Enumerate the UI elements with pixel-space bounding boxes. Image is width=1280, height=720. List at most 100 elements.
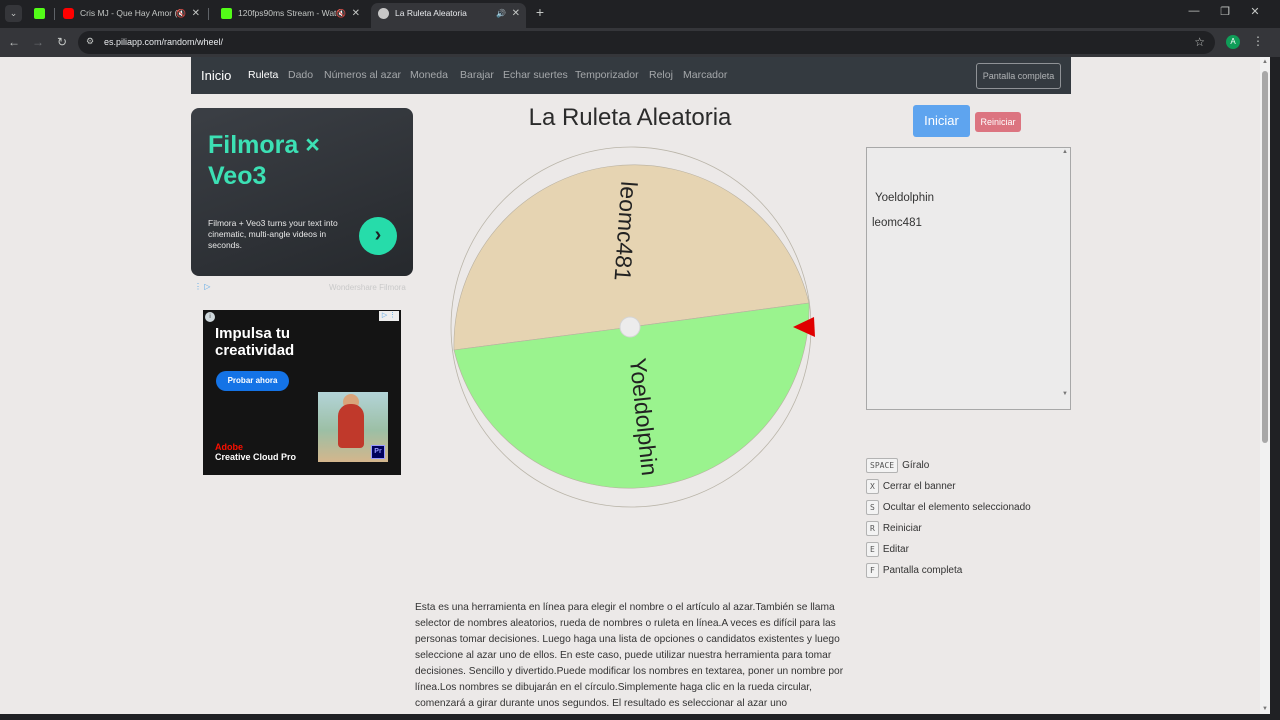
person-figure — [338, 404, 364, 448]
shortcut-edit: E Editar — [866, 542, 909, 558]
tab-title: La Ruleta Aleatoria — [395, 8, 467, 18]
forward-arrow-icon[interactable]: → — [30, 34, 46, 50]
ad-cta-button[interactable]: Probar ahora — [216, 371, 289, 391]
name-line: Yoeldolphin — [875, 192, 935, 204]
ad-photo: Pr — [318, 392, 388, 462]
ad-body: Filmora + Veo3 turns your text into cine… — [208, 218, 338, 250]
tab-separator — [54, 8, 55, 20]
close-tab-icon[interactable]: ✕ — [352, 3, 360, 24]
tab-search-button[interactable]: ⌄ — [5, 5, 22, 22]
shortcut-reset: R Reiniciar — [866, 521, 922, 537]
tab-kick-stream[interactable]: 120fps90ms Stream - Watc 🔇 ✕ — [214, 3, 366, 24]
nav-link-echar-suertes[interactable]: Echar suertes — [503, 57, 568, 94]
close-window-icon[interactable]: ✕ — [1245, 5, 1265, 18]
key-e: E — [866, 542, 879, 557]
muted-speaker-icon[interactable]: 🔇 — [336, 3, 346, 24]
ad-sponsor: Wondershare Filmora — [329, 283, 406, 292]
shortcut-label: Ocultar el elemento seleccionado — [882, 502, 1031, 513]
scroll-up-icon[interactable]: ▲ — [1060, 149, 1070, 155]
kick-favicon-icon — [34, 8, 45, 19]
nav-link-ruleta[interactable]: Ruleta — [248, 57, 278, 94]
close-tab-icon[interactable]: ✕ — [512, 3, 520, 24]
ad-title: Impulsa tu creatividad — [215, 325, 295, 359]
key-r: R — [866, 521, 879, 536]
names-textarea[interactable]: Yoeldolphin leomc481 ▲ ▼ — [866, 147, 1071, 410]
name-line: leomc481 — [872, 217, 922, 229]
back-arrow-icon[interactable]: ← — [6, 34, 22, 50]
tab-title: 120fps90ms Stream - Watc — [238, 8, 341, 18]
maximize-window-icon[interactable]: ❐ — [1215, 5, 1235, 18]
ad-product: Creative Cloud Pro — [215, 452, 297, 462]
page-viewport: Inicio Ruleta Dado Números al azar Moned… — [0, 57, 1260, 714]
speaker-icon[interactable]: 🔊 — [496, 3, 506, 24]
url-text[interactable]: es.piliapp.com/random/wheel/ — [104, 31, 223, 54]
shortcut-fullscreen: F Pantalla completa — [866, 563, 962, 579]
shortcut-hide-selected: S Ocultar el elemento seleccionado — [866, 500, 1031, 516]
textarea-scrollbar[interactable]: ▲ ▼ — [1060, 148, 1070, 409]
scrollbar-thumb[interactable] — [1262, 71, 1268, 443]
adobe-logo-text: Adobe — [215, 442, 243, 452]
page-scrollbar[interactable]: ▲ ▼ — [1260, 57, 1270, 714]
shortcut-label: Cerrar el banner — [882, 481, 956, 492]
shortcut-label: Editar — [882, 544, 909, 555]
tab-title: Cris MJ - Que Hay Amor (V — [80, 8, 183, 18]
fullscreen-button[interactable]: Pantalla completa — [976, 63, 1061, 89]
nav-link-moneda[interactable]: Moneda — [410, 57, 448, 94]
key-f: F — [866, 563, 879, 578]
piliapp-favicon-icon — [378, 8, 389, 19]
start-button[interactable]: Iniciar — [913, 105, 970, 137]
page-title: La Ruleta Aleatoria — [528, 104, 732, 131]
reset-button[interactable]: Reiniciar — [975, 112, 1021, 132]
tab-youtube[interactable]: Cris MJ - Que Hay Amor (V 🔇 ✕ — [56, 3, 206, 24]
nav-link-barajar[interactable]: Barajar — [460, 57, 494, 94]
reload-icon[interactable]: ↻ — [54, 34, 70, 50]
youtube-favicon-icon — [63, 8, 74, 19]
site-info-icon[interactable]: ⚙ — [86, 36, 94, 47]
tab-separator — [208, 8, 209, 20]
browser-toolbar: ← → ↻ ⚙ es.piliapp.com/random/wheel/ ☆ A… — [0, 28, 1280, 57]
adchoices-icon[interactable]: ⋮ ▷ — [194, 282, 210, 291]
close-tab-icon[interactable]: ✕ — [192, 3, 200, 24]
description-text: Esta es una herramienta en línea para el… — [415, 602, 844, 709]
nav-brand-home[interactable]: Inicio — [201, 57, 231, 94]
new-tab-button[interactable]: + — [532, 4, 548, 20]
key-x: X — [866, 479, 879, 494]
ad-title: Filmora × Veo3 — [208, 131, 320, 190]
address-bar[interactable]: ⚙ es.piliapp.com/random/wheel/ ☆ — [78, 31, 1215, 54]
ad-close-icon[interactable]: ▷ ⋮ — [379, 311, 399, 321]
bookmark-star-icon[interactable]: ☆ — [1194, 35, 1205, 49]
adobe-ad[interactable]: i ▷ ⋮ Impulsa tu creatividad Probar ahor… — [203, 310, 401, 475]
window-bottom-edge — [0, 714, 1280, 720]
shortcut-spin: SPACE Gíralo — [866, 458, 929, 474]
nav-link-temporizador[interactable]: Temporizador — [575, 57, 639, 94]
minimize-window-icon[interactable]: — — [1184, 5, 1204, 17]
scroll-down-icon[interactable]: ▼ — [1060, 391, 1070, 397]
tab-strip: ⌄ Cris MJ - Que Hay Amor (V 🔇 ✕ 120fps90… — [0, 0, 1280, 28]
nav-link-numeros[interactable]: Números al azar — [324, 57, 401, 94]
browser-menu-icon[interactable]: ⋮ — [1252, 34, 1264, 48]
wheel-container[interactable]: leomc481 Yoeldolphin — [448, 145, 816, 509]
wheel-center-hub[interactable] — [619, 316, 641, 338]
muted-speaker-icon[interactable]: 🔇 — [176, 3, 186, 24]
profile-avatar[interactable]: A — [1226, 35, 1240, 49]
tab-pinned-kick[interactable] — [28, 3, 50, 24]
shortcut-label: Pantalla completa — [882, 565, 963, 576]
nav-link-reloj[interactable]: Reloj — [649, 57, 673, 94]
nav-link-marcador[interactable]: Marcador — [683, 57, 727, 94]
window-edge — [1270, 57, 1280, 714]
kick-favicon-icon — [221, 8, 232, 19]
filmora-ad[interactable]: Filmora × Veo3 Filmora + Veo3 turns your… — [191, 108, 413, 276]
key-space: SPACE — [866, 458, 899, 473]
premiere-app-icon: Pr — [371, 445, 385, 459]
scroll-up-icon[interactable]: ▲ — [1260, 59, 1270, 65]
tab-ruleta-active[interactable]: La Ruleta Aleatoria 🔊 ✕ — [371, 3, 526, 28]
shortcut-close-banner: X Cerrar el banner — [866, 479, 956, 495]
key-s: S — [866, 500, 879, 515]
wheel-svg[interactable]: leomc481 Yoeldolphin — [448, 145, 816, 509]
nav-link-dado[interactable]: Dado — [288, 57, 313, 94]
ad-arrow-icon[interactable]: › — [359, 217, 397, 255]
shortcut-label: Reiniciar — [882, 523, 922, 534]
site-navbar: Inicio Ruleta Dado Números al azar Moned… — [191, 57, 1071, 94]
scroll-down-icon[interactable]: ▼ — [1260, 706, 1270, 712]
ad-info-icon[interactable]: i — [205, 312, 215, 322]
